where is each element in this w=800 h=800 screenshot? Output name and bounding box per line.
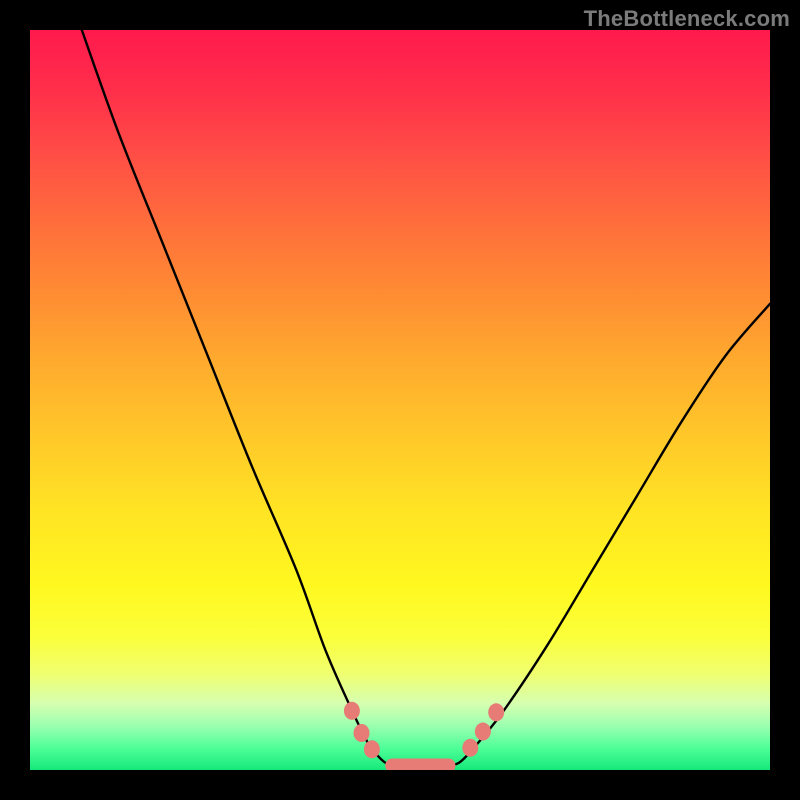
curve-svg [30,30,770,770]
bottleneck-curve [82,30,770,767]
curve-marker [488,703,504,721]
valley-marker [385,759,455,770]
markers-group [344,702,504,770]
plot-area [30,30,770,770]
curve-marker [344,702,360,720]
chart-frame: TheBottleneck.com [0,0,800,800]
watermark-text: TheBottleneck.com [584,6,790,32]
curve-marker [462,739,478,757]
curve-marker [354,724,370,742]
curve-marker [475,723,491,741]
curve-marker [364,740,380,758]
